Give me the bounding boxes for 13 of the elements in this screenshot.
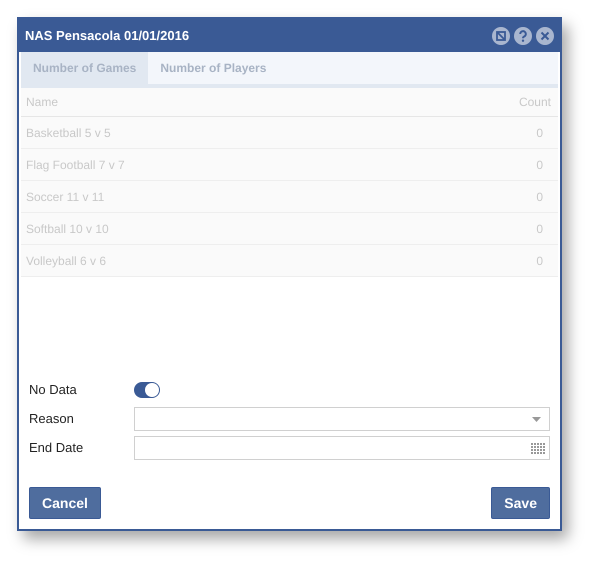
- date-field[interactable]: [134, 436, 550, 460]
- field-label: End Date: [29, 439, 84, 458]
- help-icon[interactable]: [514, 26, 532, 44]
- caret-icon: [532, 416, 541, 422]
- resize-icon[interactable]: [492, 26, 510, 44]
- field-label: Reason: [29, 410, 75, 428]
- save-button[interactable]: Save: [491, 487, 550, 519]
- window-title: NAS Pensacola 01/01/2016: [25, 26, 190, 45]
- close-icon[interactable]: [536, 26, 554, 44]
- calendar-icon[interactable]: [531, 442, 546, 454]
- toggle-switch[interactable]: [134, 382, 160, 398]
- cancel-button[interactable]: Cancel: [29, 487, 101, 519]
- field-label: No Data: [29, 381, 78, 400]
